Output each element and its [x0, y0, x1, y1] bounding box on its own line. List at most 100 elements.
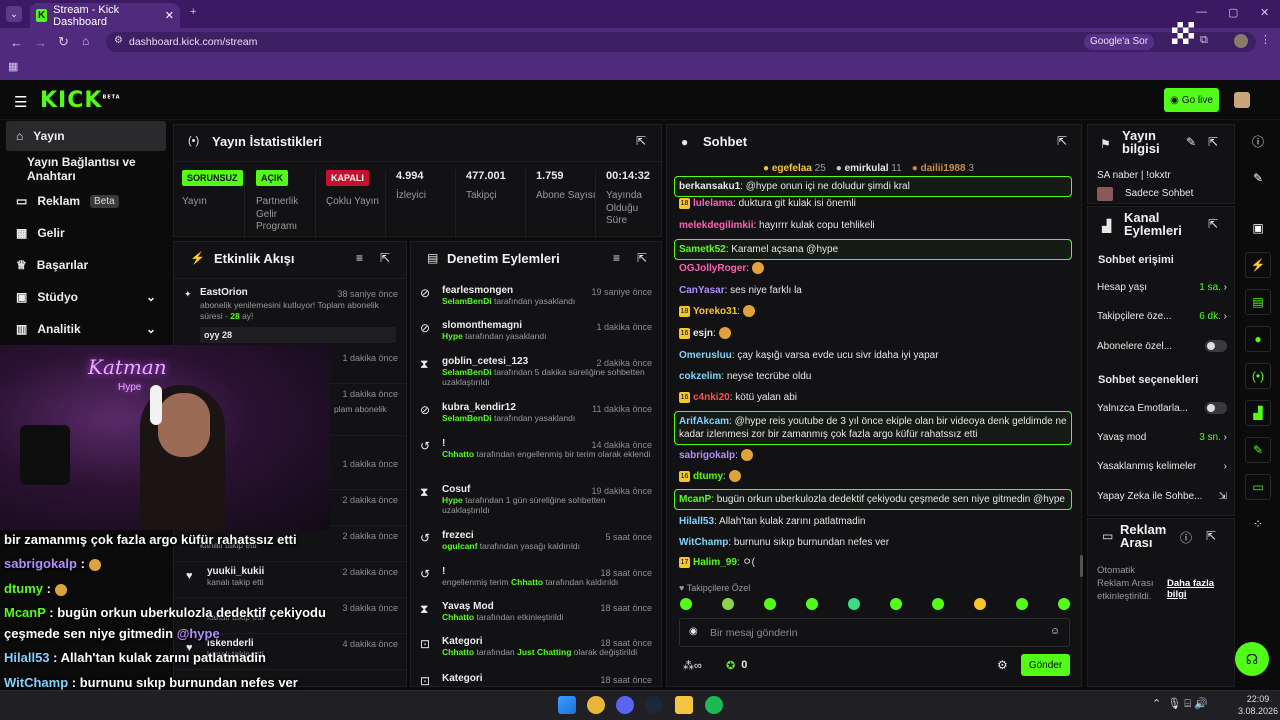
learn-more-link[interactable]: Daha fazla bilgi [1167, 578, 1234, 600]
profile-avatar[interactable] [1234, 34, 1248, 48]
edit-icon[interactable]: ✎ [1186, 135, 1196, 149]
chat-settings-icon[interactable]: ⚙ [997, 658, 1008, 672]
steam-icon[interactable] [645, 696, 663, 714]
emote-icon[interactable] [764, 598, 776, 610]
extensions-icon[interactable]: ⧉ [1200, 34, 1208, 47]
google-ask-button[interactable]: Google'a Sor [1084, 34, 1155, 50]
emote-icon[interactable] [722, 598, 734, 610]
chat-message[interactable]: Hilall53: Allah'tan kulak zarını patlatm… [676, 515, 1072, 528]
ai-chat-setting[interactable]: Yapay Zeka ile Sohbe... ⇲ [1097, 484, 1227, 508]
send-button[interactable]: Gönder [1021, 654, 1070, 676]
pin-icon[interactable]: ▟ [1245, 400, 1271, 426]
sidebar-item-analitik[interactable]: ▥ Analitik ⌄ [6, 314, 166, 344]
info-icon[interactable]: ⓘ [1180, 529, 1192, 546]
lightning-icon[interactable]: ⚡ [1245, 252, 1271, 278]
broadcast-icon[interactable]: (•) [1245, 363, 1271, 389]
chat-message[interactable]: sabrigokalp: [676, 449, 1072, 462]
document-icon[interactable]: ▤ [1245, 289, 1271, 315]
chat-message[interactable]: 18 Yoreko31: [676, 305, 1072, 318]
slow-mode-setting[interactable]: Yavaş mod 3 sn. › [1097, 425, 1227, 449]
chat-message[interactable]: Sametk52: Karamel açsana @hype [674, 239, 1072, 260]
info-icon[interactable]: ⓘ [1245, 128, 1271, 154]
forward-icon[interactable]: → [34, 35, 47, 50]
followers-only-setting[interactable]: Takipçilere öze... 6 dk. › [1097, 304, 1227, 328]
sidebar-item-reklam[interactable]: ▭ Reklam Beta [6, 186, 166, 216]
kicks-balance[interactable]: ✪ 0 [726, 659, 747, 672]
home-icon[interactable]: ⌂ [82, 34, 89, 48]
chat-message[interactable]: CanYasar: ses niye farklı la [676, 284, 1072, 297]
support-headset-icon[interactable]: ☊ [1235, 642, 1269, 676]
spotify-icon[interactable] [705, 696, 723, 714]
emote-icon[interactable] [1058, 598, 1070, 610]
more-icon[interactable]: ⁘ [1245, 511, 1271, 537]
user-avatar[interactable] [1234, 92, 1250, 108]
close-tab-icon[interactable]: ✕ [165, 9, 174, 22]
banned-words-setting[interactable]: Yasaklanmış kelimeler › [1097, 454, 1227, 478]
url-bar[interactable]: ⚙ dashboard.kick.com/stream Google'a Sor [106, 32, 1256, 52]
subscribers-only-toggle[interactable] [1205, 340, 1227, 352]
kick-logo[interactable]: KICKBETA [40, 88, 121, 113]
emoji-picker-icon[interactable]: ☺ [1050, 626, 1060, 637]
wrench-icon[interactable]: ✎ [1245, 437, 1271, 463]
chat-input[interactable]: ◉ Bir mesaj gönderin ☺ [679, 618, 1070, 647]
popout-icon[interactable]: ⇱ [1208, 135, 1218, 149]
hamburger-menu-icon[interactable]: ☰ [14, 93, 27, 111]
go-live-button[interactable]: ◉ Go live [1164, 88, 1219, 112]
popout-icon[interactable]: ⇱ [1208, 217, 1218, 231]
edit-icon[interactable]: ✎ [1245, 165, 1271, 191]
popout-icon[interactable]: ⇱ [1057, 134, 1067, 148]
sidebar-item-basarilar[interactable]: ♕ Başarılar [6, 250, 166, 280]
maximize-icon[interactable]: ▢ [1228, 6, 1238, 19]
emote-icon[interactable] [806, 598, 818, 610]
minimize-icon[interactable]: — [1196, 6, 1207, 18]
popout-icon[interactable]: ⇱ [636, 134, 646, 148]
emote-icon[interactable] [1016, 598, 1028, 610]
chat-message[interactable]: 16 c4nki20: kötü yalan abi [676, 391, 1072, 404]
emote-icon[interactable] [848, 598, 860, 610]
close-window-icon[interactable]: ✕ [1260, 6, 1269, 19]
chat-message[interactable]: Omerusluu: çay kaşığı varsa evde ucu siv… [676, 349, 1072, 362]
windows-start-icon[interactable] [558, 696, 576, 714]
chat-message[interactable]: WitChamp: burnunu sıkıp burnundan nefes … [676, 536, 1072, 549]
chat-message[interactable]: cokzelim: neyse tecrübe oldu [676, 370, 1072, 383]
emote-icon[interactable] [974, 598, 986, 610]
chat-bubble-icon[interactable]: ● [1245, 326, 1271, 352]
popout-icon[interactable]: ⇱ [1206, 529, 1216, 543]
user-badge-icon[interactable]: ◉ [689, 626, 698, 637]
chat-message[interactable]: 18 lulelama: duktura git kulak isi önemli [676, 197, 1072, 210]
reload-icon[interactable]: ↻ [58, 34, 69, 50]
subscribers-only-setting[interactable]: Abonelere özel... [1097, 334, 1227, 358]
chat-message[interactable]: 16 esjn: [676, 327, 1072, 340]
emote-icon[interactable] [680, 598, 692, 610]
chat-message[interactable]: 16 dtumy: [676, 470, 1072, 483]
chat-message[interactable]: berkansaku1: @hype onun içi ne doludur ş… [674, 176, 1072, 197]
new-tab-icon[interactable]: + [190, 6, 196, 18]
chrome-icon[interactable] [587, 696, 605, 714]
pixel-extension-icon[interactable] [1172, 22, 1194, 44]
sidebar-item-studyo[interactable]: ▣ Stüdyo ⌄ [6, 282, 166, 312]
chat-message[interactable]: ArifAkcam: @hype reis youtube de 3 yıl ö… [674, 411, 1072, 445]
filter-icon[interactable]: ≡ [613, 251, 620, 265]
sidebar-item-stream-key[interactable]: Yayın Bağlantısı ve Anahtarı [6, 154, 166, 184]
emotes-only-setting[interactable]: Yalnızca Emotlarla... [1097, 396, 1227, 420]
browser-menu-icon[interactable]: ⋮ [1260, 33, 1271, 46]
back-icon[interactable]: ← [10, 35, 23, 50]
chat-message[interactable]: McanP: bugün orkun uberkulozla dedektif … [674, 489, 1072, 510]
account-age-setting[interactable]: Hesap yaşı 1 sa. › [1097, 275, 1227, 299]
screen-icon[interactable]: ▣ [1245, 215, 1271, 241]
chat-message[interactable]: melekdegilimkii: hayırrr kulak copu tehl… [676, 219, 1072, 232]
discord-icon[interactable] [616, 696, 634, 714]
site-info-icon[interactable]: ⚙ [114, 35, 123, 46]
file-explorer-icon[interactable] [675, 696, 693, 714]
sidebar-item-yayin[interactable]: ⌂ Yayın [6, 121, 166, 151]
emote-icon[interactable] [890, 598, 902, 610]
users-infinity-icon[interactable]: ⁂∞ [683, 659, 702, 672]
chat-message[interactable]: 17 Halim_99: ㅇ( [676, 556, 1072, 569]
emotes-only-toggle[interactable] [1205, 402, 1227, 414]
popout-icon[interactable]: ⇱ [380, 251, 390, 265]
popout-icon[interactable]: ⇱ [637, 251, 647, 265]
emote-icon[interactable] [932, 598, 944, 610]
chat-message[interactable]: OGJollyRoger: [676, 262, 1072, 275]
filter-icon[interactable]: ≡ [356, 251, 363, 265]
browser-tab[interactable]: K Stream - Kick Dashboard ✕ [30, 3, 180, 28]
